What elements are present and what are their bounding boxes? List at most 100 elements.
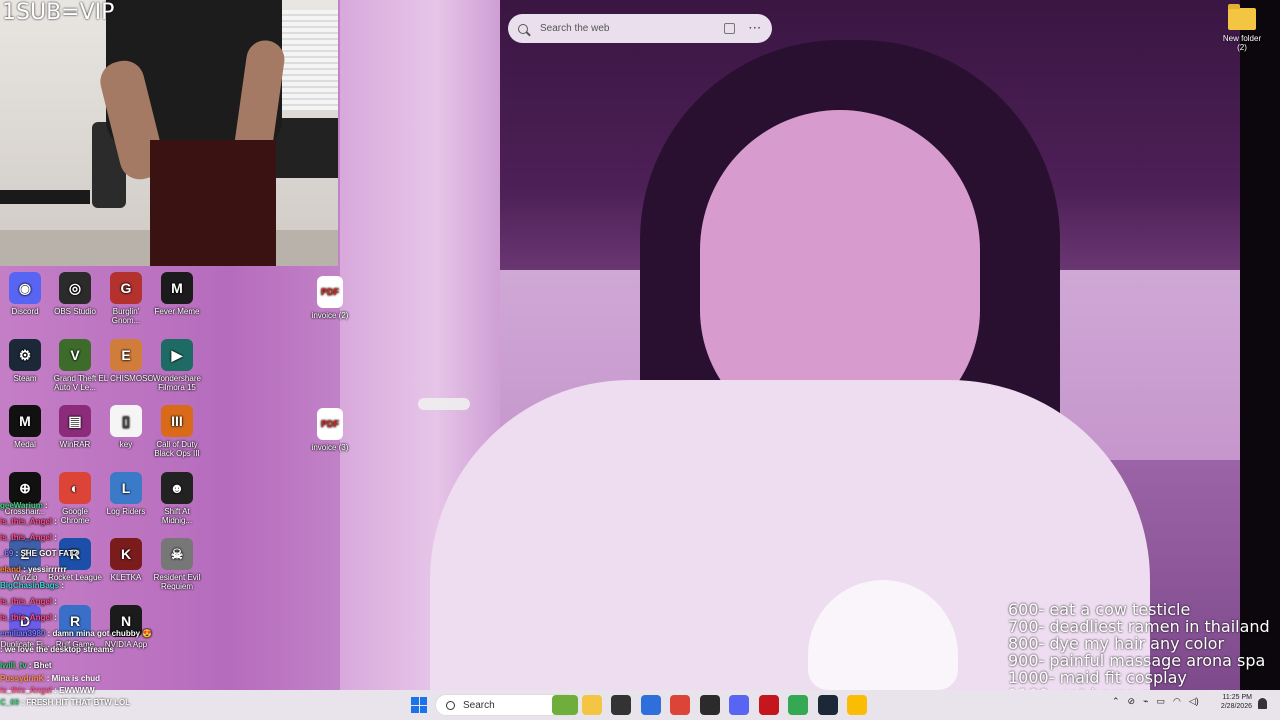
screen-edge <box>1240 0 1280 690</box>
sub-goal: 600- eat a cow testicle <box>1008 600 1191 619</box>
search-icon <box>446 700 455 710</box>
desktop-icon-key[interactable]: ▯ key <box>98 405 154 449</box>
desktop-icon-label: Wondershare Filmora 15 <box>153 374 201 392</box>
chat-overlay-bottom: PussydrinK : Mina is chud is_this_Angel :… <box>0 673 170 709</box>
chat-username[interactable]: is_this_Angel <box>0 613 52 622</box>
app-icon: V <box>59 339 91 371</box>
chrome-icon[interactable] <box>670 695 690 715</box>
chat-username[interactable]: PussydrinK <box>0 674 44 683</box>
wifi-icon[interactable]: ◠ <box>1173 696 1181 707</box>
chat-username[interactable]: is_this_Angel <box>0 533 52 542</box>
chat-username[interactable]: emilian3980 <box>0 629 45 638</box>
chat-username[interactable]: BigChasinBags <box>0 581 59 590</box>
chat-username[interactable]: is_this_Angel <box>0 597 52 606</box>
chat-text: Mina is chud <box>51 674 101 683</box>
chat-separator: : <box>20 565 29 574</box>
desktop-icon-label: Discord <box>11 307 39 316</box>
start-button[interactable] <box>411 697 427 713</box>
desktop-icon-steam[interactable]: ⚙ Steam <box>0 339 53 383</box>
app-icon: M <box>161 272 193 304</box>
discord-icon[interactable] <box>729 695 749 715</box>
desktop-icon-winrar[interactable]: ▤ WinRAR <box>47 405 103 449</box>
chat-separator: : <box>42 501 48 510</box>
chat-username[interactable]: lwill_tv <box>0 661 27 670</box>
chat-text: EWWWW <box>59 686 95 695</box>
webcam-overlay: 1SUB=VIP <box>0 0 338 266</box>
chat-username[interactable]: geeWarium <box>0 501 43 510</box>
store-icon[interactable] <box>640 695 661 715</box>
sub-goal: 800- dye my hair any color <box>1008 634 1225 653</box>
chat-separator: : <box>44 674 52 683</box>
folder-icon <box>1228 4 1256 30</box>
app-icon: ◉ <box>9 272 41 304</box>
sub-goal: 900- painful massage arona spa <box>1008 651 1266 670</box>
desktop-icon-label: Fever Meme <box>154 307 200 316</box>
chat-message: emilian3980 : damn mina got chubby 😍 <box>0 628 210 644</box>
desktop-icon-label: EL CHISMOSO <box>98 374 154 383</box>
desktop-icon-discord[interactable]: ◉ Discord <box>0 272 53 316</box>
pdf-icon: PDF <box>317 276 343 308</box>
chatbot-icon[interactable] <box>552 695 578 715</box>
app-icon: ◎ <box>59 272 91 304</box>
window-blinds <box>278 10 338 110</box>
desktop-icon-burglin-gnom[interactable]: G Burglin' Gnom... <box>98 272 154 325</box>
chat-message: BigChasinBags : <box>0 580 210 596</box>
search-icon <box>518 23 528 34</box>
chat-username[interactable]: C_69 <box>0 698 19 707</box>
more-options-icon[interactable]: ··· <box>749 23 762 34</box>
desktop-icon-invoice-3[interactable]: PDF invoice (3) <box>302 408 358 452</box>
chat-text: Bhet <box>33 661 52 670</box>
monitor-icon[interactable]: ▭ <box>1157 696 1166 707</box>
streamer-shorts <box>150 140 276 266</box>
windows-logo-icon <box>411 697 419 705</box>
table <box>0 190 90 204</box>
desktop-icon-new-folder[interactable]: New folder (2) <box>1218 4 1266 52</box>
adobe-icon[interactable] <box>758 695 779 715</box>
chat-username[interactable]: eland <box>0 565 21 574</box>
app-icon: III <box>161 405 193 437</box>
web-search-box[interactable]: Search the web ··· <box>508 14 772 43</box>
desktop-icon-label: OBS Studio <box>54 307 96 316</box>
chat-username[interactable]: is_this_Angel <box>0 517 52 526</box>
windows-logo-icon <box>419 697 427 705</box>
chevron-up-icon[interactable]: ⌃ <box>1112 696 1120 707</box>
chrome-profile-icon[interactable] <box>847 695 867 715</box>
desktop-icon-call-of-duty-black-ops-iii[interactable]: III Call of Duty Black Ops III <box>149 405 205 458</box>
app-icon: ▶ <box>161 339 193 371</box>
desktop-icon-obs-studio[interactable]: ◎ OBS Studio <box>47 272 103 316</box>
chat-message: _69 : SHE GOT FAT? <box>0 548 210 564</box>
sub-goal: 1000- maid fit cosplay <box>1008 668 1187 687</box>
chat-message: is_this_Angel : <box>0 596 210 612</box>
volume-icon[interactable]: ◁) <box>1189 696 1199 707</box>
chat-message: geeWarium : <box>0 500 210 516</box>
desktop-icon-el-chismoso[interactable]: E EL CHISMOSO <box>98 339 154 383</box>
file-explorer-icon[interactable] <box>581 695 602 715</box>
desktop-icon-label: Call of Duty Black Ops III <box>154 440 200 458</box>
chat-username[interactable]: is_this_Angel <box>0 686 52 695</box>
desktop-icon-medal[interactable]: M Medal <box>0 405 53 449</box>
obs-icon[interactable] <box>699 695 720 715</box>
chat-username[interactable]: _69 <box>0 549 13 558</box>
steam-icon[interactable] <box>817 695 838 715</box>
app-icon: ▤ <box>59 405 91 437</box>
desktop-icon-label: Grand Theft Auto V Le... <box>53 374 97 392</box>
desktop-icon-invoice-2[interactable]: PDF invoice (2) <box>302 276 358 320</box>
chrome-alt-icon[interactable] <box>788 695 808 715</box>
desktop-icon-label: Burglin' Gnom... <box>111 307 141 325</box>
search-placeholder[interactable]: Search the web <box>540 23 724 34</box>
app-icon: ▯ <box>110 405 142 437</box>
chat-message: : we love the desktop streams <box>0 644 210 660</box>
terminal-icon[interactable] <box>611 695 631 715</box>
notification-bell-icon[interactable] <box>1258 698 1267 709</box>
network-icon[interactable]: ⊘ <box>1128 696 1136 707</box>
desktop-icon-label: Medal <box>14 440 36 449</box>
chat-message: C_69 : FRESH HIT THAT BTW LOL <box>0 697 170 709</box>
desktop-icon-label: key <box>119 440 133 449</box>
desktop-icon-wondershare-filmora-15[interactable]: ▶ Wondershare Filmora 15 <box>149 339 205 392</box>
usb-icon[interactable]: ⌁ <box>1143 696 1148 707</box>
clock[interactable]: 11:25 PM 2/28/2026 <box>1216 693 1252 711</box>
system-tray[interactable]: ⌃ ⊘ ⌁ ▭ ◠ ◁) <box>1112 696 1199 707</box>
visual-search-icon[interactable] <box>724 23 735 34</box>
desktop-icon-grand-theft-auto-v-le[interactable]: V Grand Theft Auto V Le... <box>47 339 103 392</box>
desktop-icon-fever-meme[interactable]: M Fever Meme <box>149 272 205 316</box>
